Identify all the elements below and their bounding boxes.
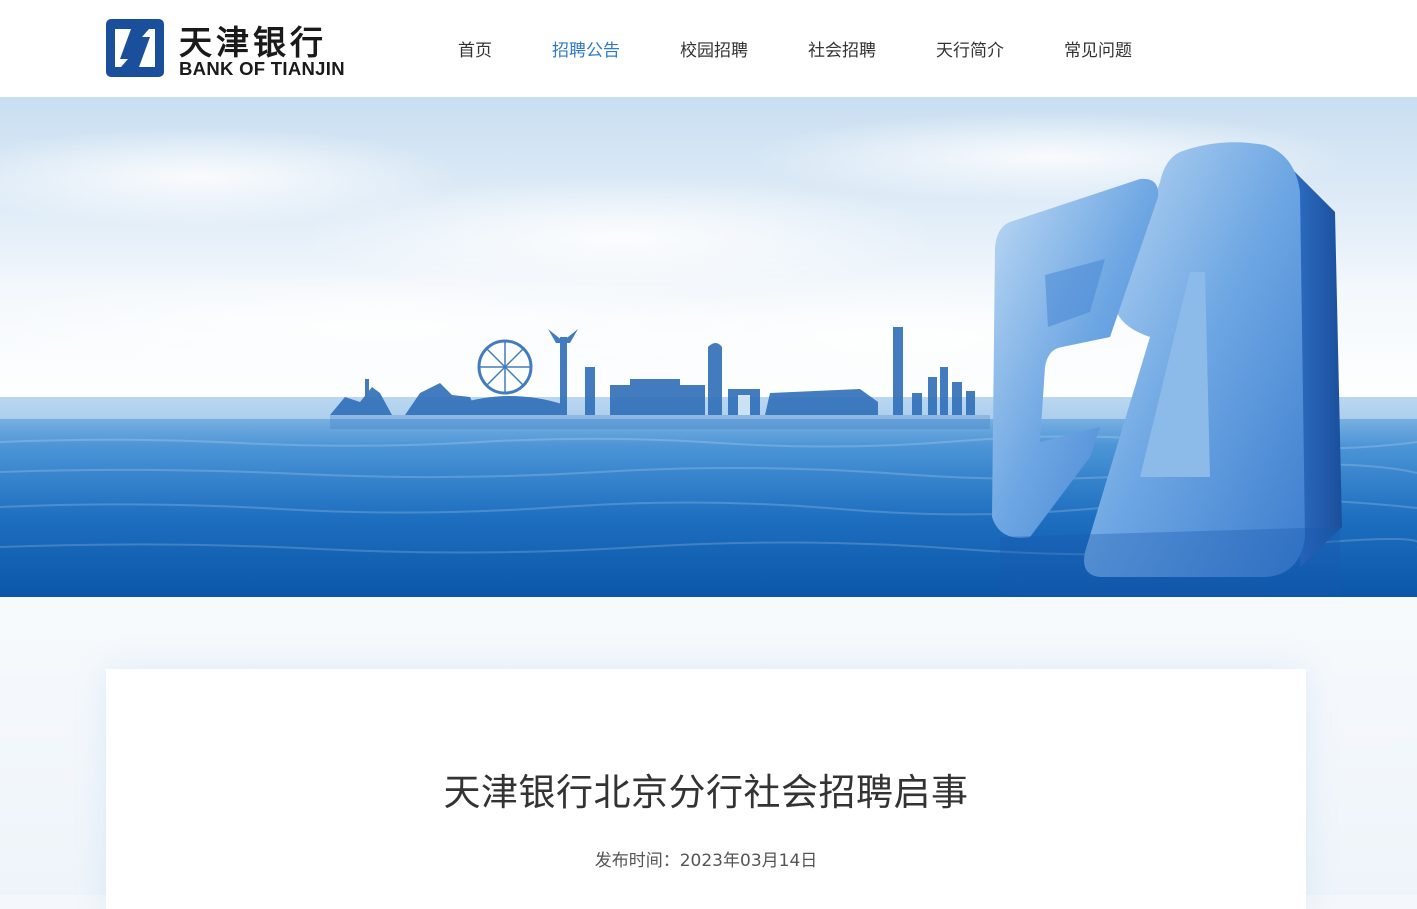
publish-time-label: 发布时间： [594,851,680,871]
nav-item-about[interactable]: 天行简介 [936,38,1004,64]
hero-banner-image [0,97,1417,597]
nav-item-announcements[interactable]: 招聘公告 [552,38,620,64]
site-header: 天津银行 BANK OF TIANJIN 首页 招聘公告 校园招聘 社会招聘 天… [0,0,1417,97]
bank-name-cn: 天津银行 [179,23,327,62]
publish-date: 2023年03月14日 [679,851,818,871]
main-nav: 首页 招聘公告 校园招聘 社会招聘 天行简介 常见问题 [458,38,1192,64]
bank-logo[interactable]: 天津银行 BANK OF TIANJIN [106,18,396,80]
nav-item-campus-recruitment[interactable]: 校园招聘 [680,38,748,64]
nav-item-faq[interactable]: 常见问题 [1064,38,1132,64]
hero-banner [0,97,1417,597]
article-title: 天津银行北京分行社会招聘启事 [443,771,969,814]
nav-item-social-recruitment[interactable]: 社会招聘 [808,38,876,64]
nav-item-home[interactable]: 首页 [458,38,492,64]
article-publish-info: 发布时间：2023年03月14日 [106,846,1306,871]
bank-logo-icon [106,19,164,77]
bank-name-en: BANK OF TIANJIN [179,58,345,79]
article-card: 天津银行北京分行社会招聘启事 发布时间：2023年03月14日 [106,669,1306,909]
